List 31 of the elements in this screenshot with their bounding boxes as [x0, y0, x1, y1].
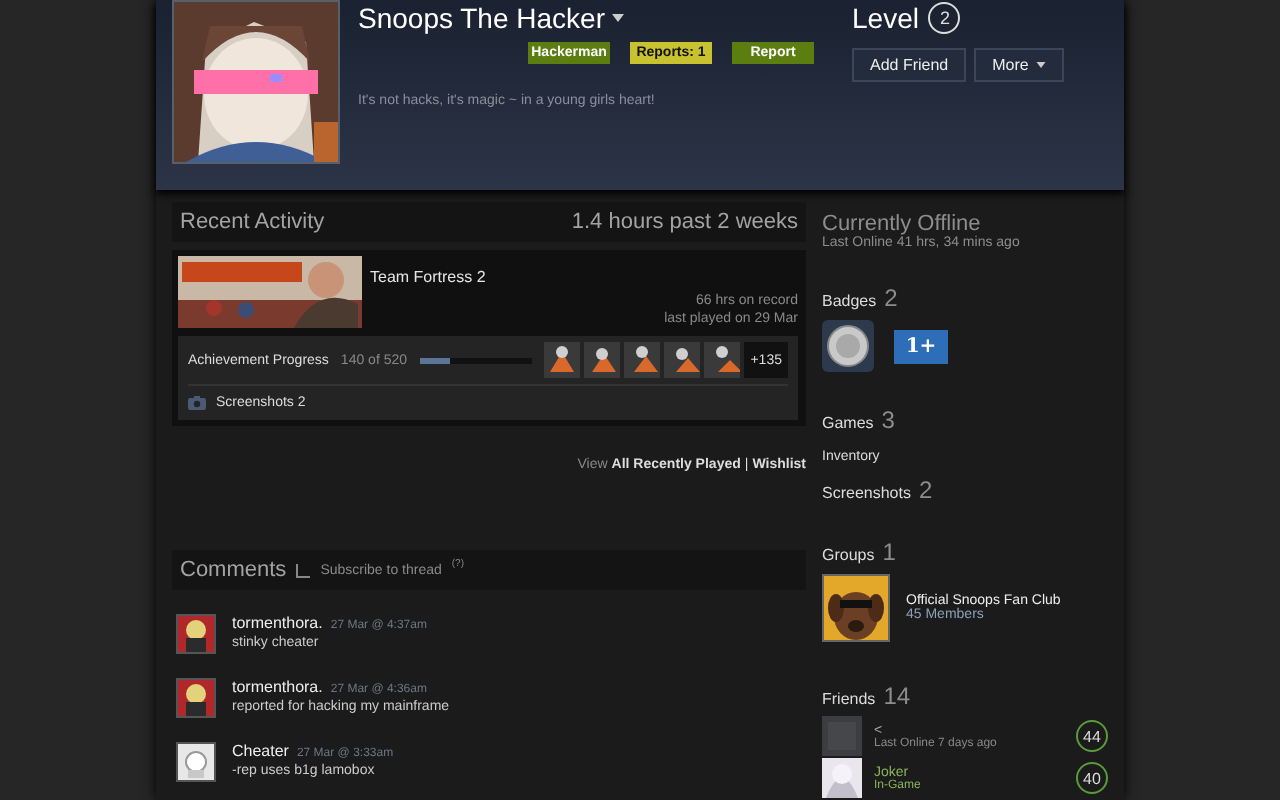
section-title: Comments [180, 558, 287, 582]
badges-label[interactable]: Badges [822, 292, 877, 310]
action-button[interactable]: Add Friend [852, 48, 967, 82]
games-label[interactable]: Games [822, 414, 874, 432]
friends-count: 14 [883, 682, 911, 710]
groups-label[interactable]: Groups [822, 546, 875, 564]
comment-author[interactable]: Cheater [232, 742, 289, 760]
level-label: Level [852, 2, 919, 34]
games-count: 3 [881, 406, 895, 434]
camera-icon [188, 396, 206, 410]
friends-label[interactable]: Friends [822, 690, 876, 708]
screenshots-label[interactable]: Screenshots [822, 484, 911, 502]
screenshots-count: 2 [918, 476, 933, 504]
friend-level: 44 [1076, 720, 1108, 752]
subscribe-checkbox[interactable] [296, 563, 311, 577]
comment-author[interactable]: tormenthora. [232, 614, 323, 632]
comment-author[interactable]: tormenthora. [232, 678, 323, 696]
playtime: 1.4 hours past 2 weeks [571, 210, 798, 234]
profile-name: Snoops The Hacker [358, 2, 605, 34]
level-badge: 2 [928, 2, 961, 34]
status-title: Currently Offline [822, 212, 981, 236]
badges-count: 2 [884, 284, 898, 312]
coin-badge-icon[interactable] [822, 320, 874, 372]
groups-count: 1 [882, 538, 896, 566]
section-title: Recent Activity [180, 210, 325, 234]
game-name[interactable]: Team Fortress 2 [370, 268, 486, 328]
caret-icon [1036, 62, 1047, 68]
friend-level: 40 [1076, 762, 1108, 794]
action-button[interactable]: More [974, 48, 1065, 82]
years-badge[interactable]: 1+ [894, 329, 948, 363]
caret-icon [612, 14, 625, 22]
